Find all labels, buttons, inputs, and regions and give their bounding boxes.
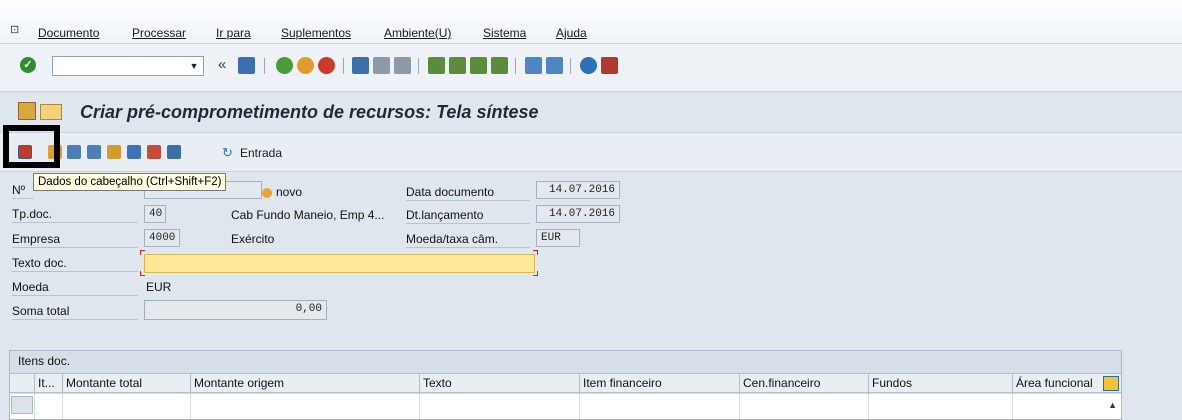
column-header-montante-origem[interactable]: Montante origem [190,374,419,394]
table-cell[interactable] [419,394,579,419]
table-cell[interactable] [739,394,868,419]
entrada-button[interactable]: Entrada [240,146,282,160]
moeda-taxa-field[interactable]: EUR [536,229,580,247]
exercicio-label: Exército [231,232,275,246]
soma-total-label: Soma total [12,302,138,320]
cancel-icon[interactable] [318,57,335,74]
header-form: Dados do cabeçalho (Ctrl+Shift+F2) Nº no… [0,172,1182,340]
command-field[interactable]: ▼ [52,56,204,76]
item-icon[interactable] [67,145,81,159]
texto-doc-label: Texto doc. [12,254,138,272]
novo-label: novo [276,185,303,199]
print-icon[interactable] [352,57,369,74]
post-icon[interactable] [107,145,121,159]
menu-icon[interactable]: ⊡ [10,24,22,36]
separator [570,58,571,74]
table-cell[interactable] [190,394,419,419]
column-header-texto[interactable]: Texto [419,374,579,394]
save-icon[interactable] [238,57,255,74]
empresa-label: Empresa [12,230,138,248]
tpdoc-label: Tp.doc. [12,205,138,223]
highlight-frame [3,125,60,168]
menu-ambiente[interactable]: Ambiente(U) [384,26,451,40]
application-toolbar: ↻ Entrada [0,132,1182,172]
items-table: Itens doc. It... Montante total Montante… [9,350,1122,420]
menu-bar: ⊡ Documento Processar Ir para Suplemento… [0,0,1182,44]
texto-doc-input[interactable] [144,254,535,273]
dt-lancamento-label: Dt.lançamento [406,206,530,224]
row-selector[interactable] [11,396,33,414]
empresa-field[interactable]: 4000 [144,229,180,247]
table-title: Itens doc. [18,354,71,368]
column-header-cen-financeiro[interactable]: Cen.financeiro [739,374,868,394]
novo-icon [262,188,272,198]
numero-label: Nº [12,181,34,199]
separator [343,58,344,74]
first-page-icon[interactable] [428,57,445,74]
layout-menu-icon[interactable] [601,57,618,74]
separator [264,58,265,74]
column-header-montante-total[interactable]: Montante total [62,374,190,394]
moeda-label: Moeda [12,278,138,296]
find-next-icon[interactable] [394,57,411,74]
column-header-fundos[interactable]: Fundos [868,374,1012,394]
chevron-down-icon[interactable]: ▼ [187,59,201,73]
back-icon[interactable] [276,57,293,74]
copy-icon[interactable] [147,145,161,159]
edit-icon[interactable] [127,145,141,159]
page-title: Criar pré-comprometimento de recursos: T… [80,102,539,122]
menu-documento[interactable]: Documento [38,26,99,40]
required-marker [140,271,145,276]
previous-page-icon[interactable] [449,57,466,74]
delete-icon[interactable] [167,145,181,159]
column-header-item-financeiro[interactable]: Item financeiro [579,374,739,394]
last-page-icon[interactable] [491,57,508,74]
separator [515,58,516,74]
scroll-up-icon[interactable]: ▲ [1108,400,1117,410]
required-marker [533,271,538,276]
item-detail-icon[interactable] [87,145,101,159]
create-session-icon[interactable] [525,57,542,74]
enter-check-icon[interactable]: ✓ [20,57,36,73]
transaction-icon [18,102,36,120]
tpdoc-description: Cab Fundo Maneio, Emp 4... [231,208,385,222]
folder-icon [40,104,62,120]
tpdoc-field[interactable]: 40 [144,205,166,223]
menu-processar[interactable]: Processar [132,26,186,40]
table-cell[interactable] [34,394,62,419]
title-bar: Criar pré-comprometimento de recursos: T… [0,92,1182,132]
table-cell[interactable] [62,394,190,419]
data-documento-field[interactable]: 14.07.2016 [536,181,620,199]
data-documento-label: Data documento [406,183,530,201]
help-icon[interactable] [580,57,597,74]
moeda-value: EUR [146,280,172,294]
table-cell[interactable] [1012,394,1100,419]
menu-sistema[interactable]: Sistema [483,26,526,40]
menu-ir-para[interactable]: Ir para [216,26,251,40]
soma-total-field: 0,00 [144,300,327,320]
standard-toolbar: ✓ ▼ « [0,44,1182,92]
moeda-taxa-label: Moeda/taxa câm. [406,230,530,248]
table-row[interactable]: ▲ [10,394,1121,419]
separator [418,58,419,74]
exit-icon[interactable] [297,57,314,74]
required-marker [140,250,145,255]
tooltip: Dados do cabeçalho (Ctrl+Shift+F2) [33,173,227,191]
dt-lancamento-field[interactable]: 14.07.2016 [536,205,620,223]
column-header-area-funcional[interactable]: Área funcional [1012,374,1100,394]
shortcut-icon[interactable] [546,57,563,74]
next-page-icon[interactable] [470,57,487,74]
table-cell[interactable] [579,394,739,419]
table-settings-icon[interactable] [1103,376,1119,391]
menu-ajuda[interactable]: Ajuda [556,26,587,40]
history-back-icon[interactable]: « [218,56,226,73]
column-header-item[interactable]: It... [34,374,62,394]
table-header: It... Montante total Montante origem Tex… [10,373,1121,394]
required-marker [533,250,538,255]
find-icon[interactable] [373,57,390,74]
menu-suplementos[interactable]: Suplementos [281,26,351,40]
table-cell[interactable] [868,394,1012,419]
refresh-icon[interactable]: ↻ [222,145,233,161]
